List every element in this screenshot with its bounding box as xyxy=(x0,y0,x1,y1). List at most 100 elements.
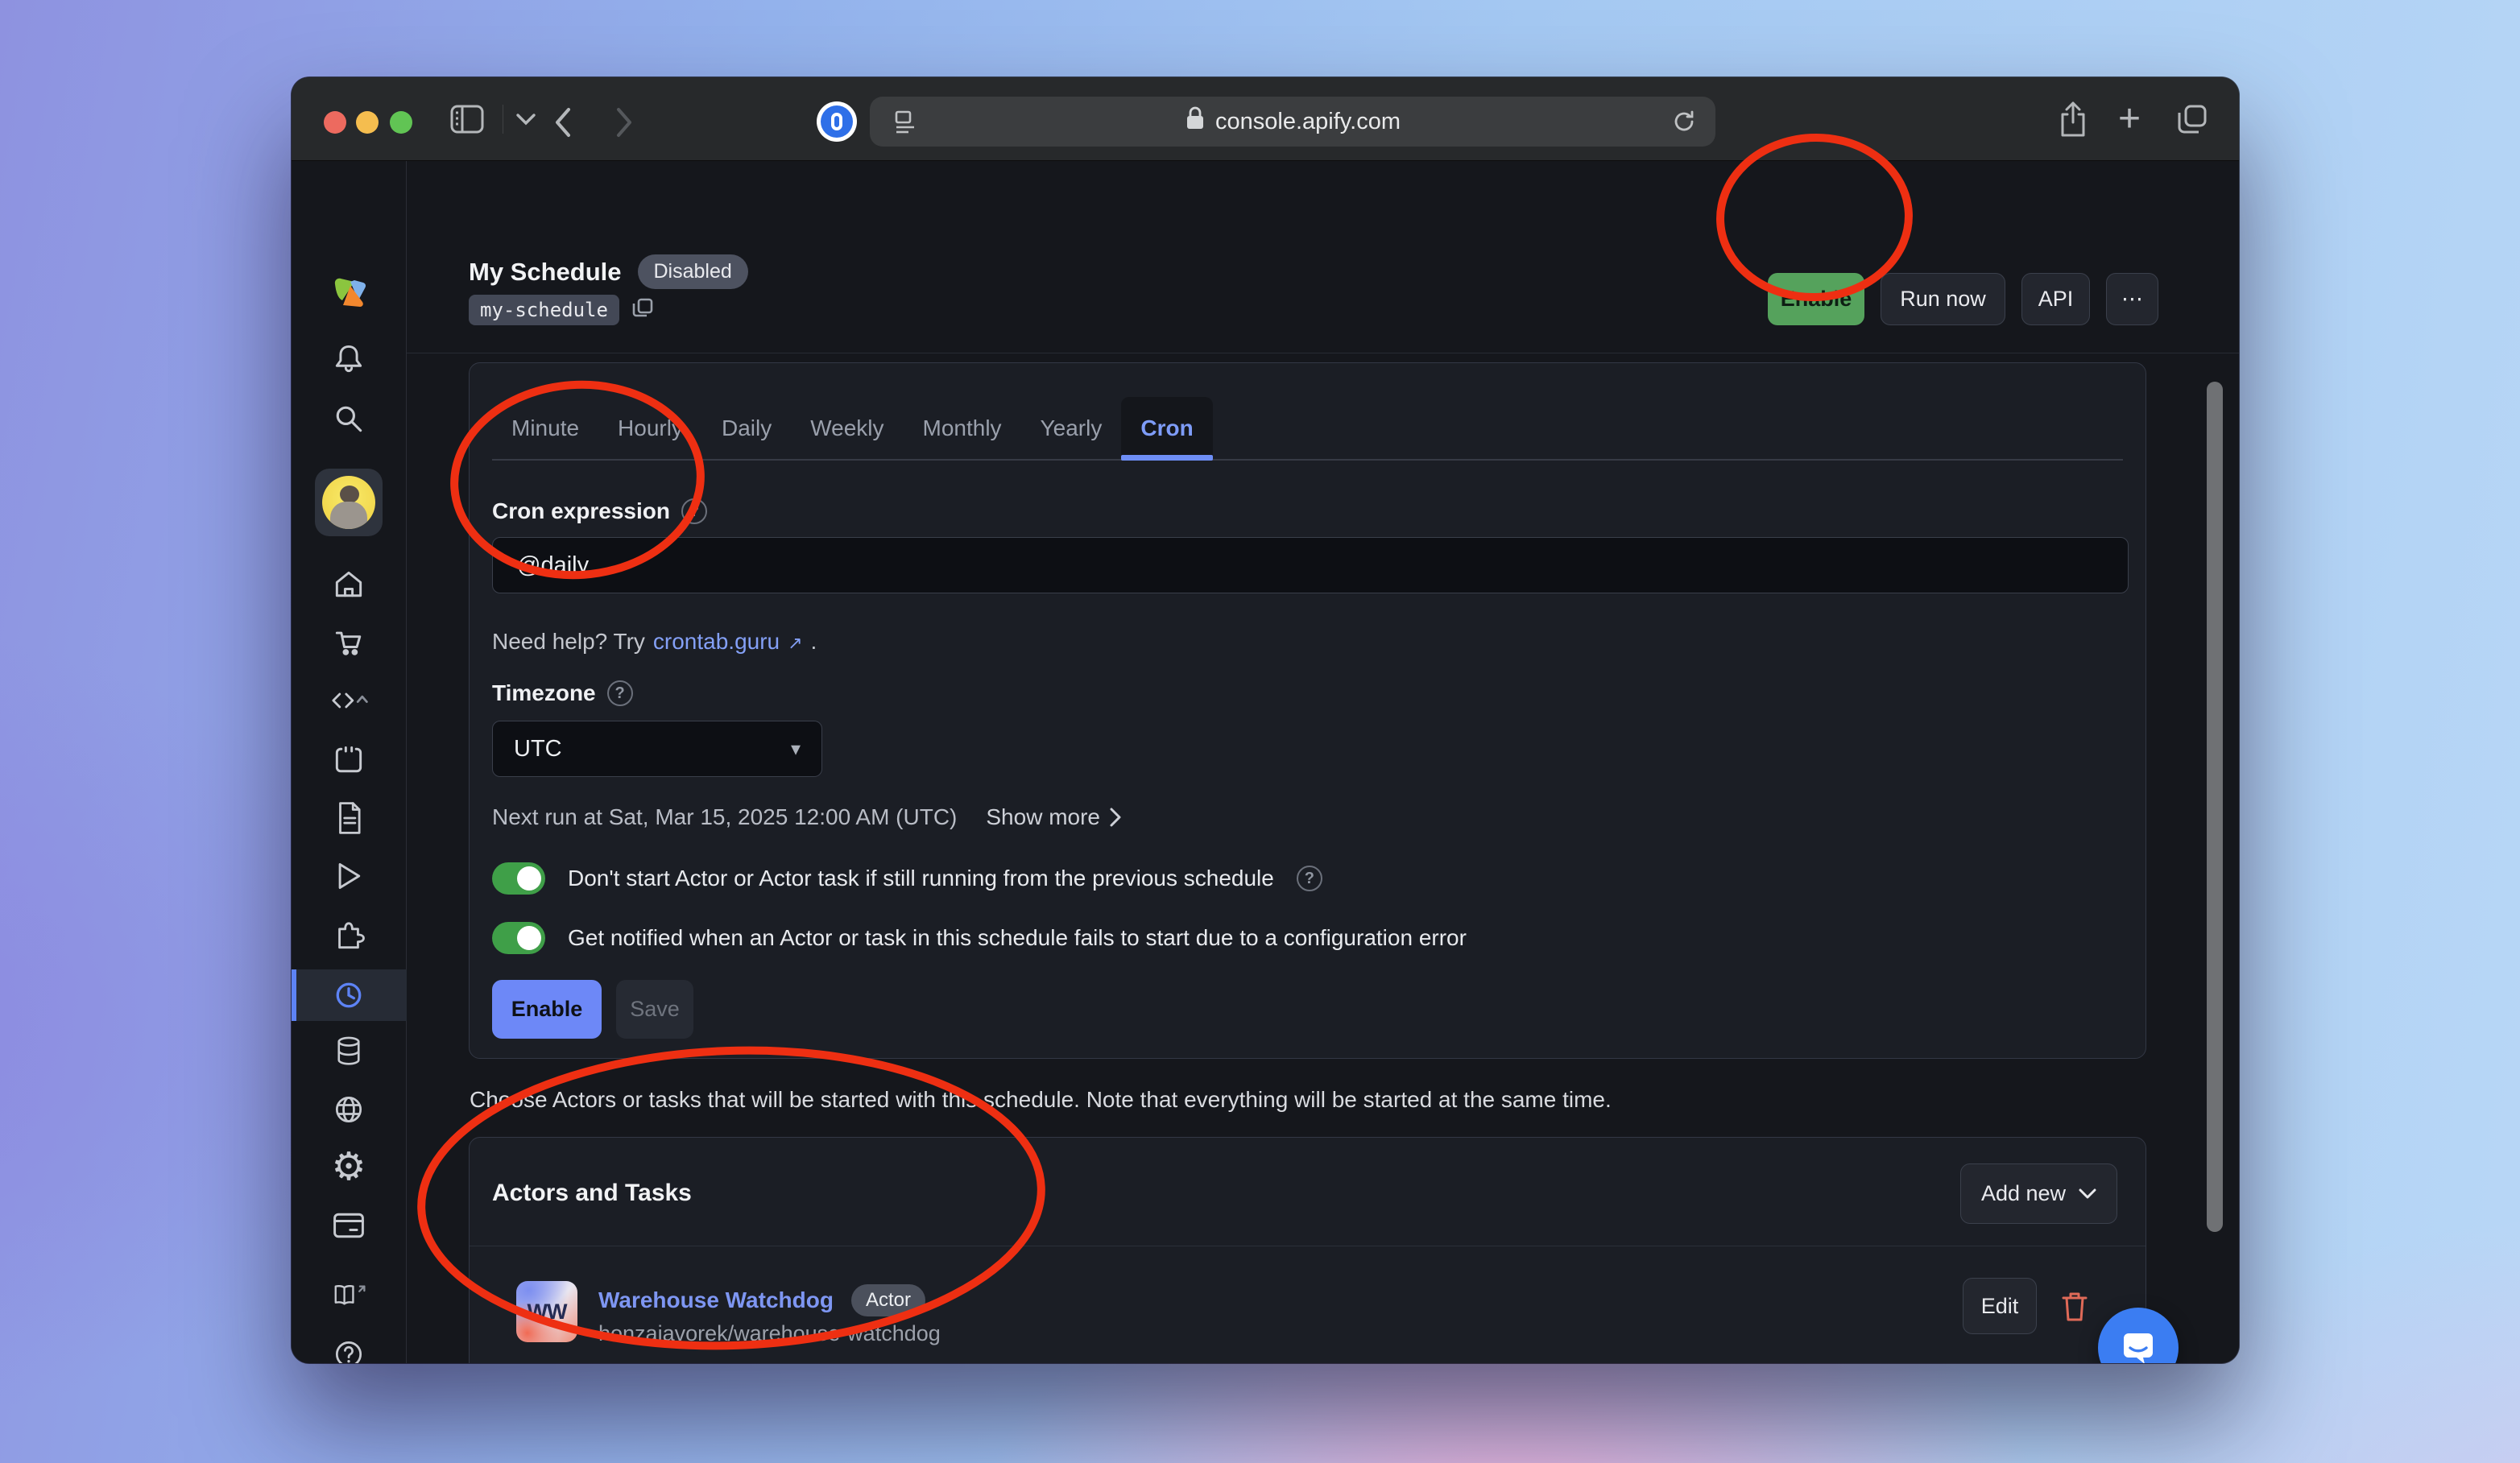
cron-expression-value: @daily xyxy=(517,552,589,579)
reader-view-icon[interactable] xyxy=(891,108,920,143)
runs-play-icon[interactable] xyxy=(329,857,368,895)
notify-label: Get notified when an Actor or task in th… xyxy=(568,925,1467,951)
tab-daily[interactable]: Daily xyxy=(702,397,791,459)
cron-help-icon[interactable]: ? xyxy=(681,498,707,524)
zoom-window-button[interactable] xyxy=(390,111,412,134)
chevron-down-icon[interactable] xyxy=(515,113,536,126)
account-avatar[interactable] xyxy=(315,469,383,536)
new-tab-icon[interactable]: + xyxy=(2118,101,2141,137)
show-more-button[interactable]: Show more xyxy=(986,804,1121,830)
actor-type-badge: Actor xyxy=(851,1284,925,1316)
edit-actor-button[interactable]: Edit xyxy=(1963,1278,2037,1334)
schedules-clock-icon[interactable] xyxy=(329,976,368,1015)
share-icon[interactable] xyxy=(2057,100,2089,138)
billing-card-icon[interactable] xyxy=(329,1206,368,1245)
schedule-type-tabs: Minute Hourly Daily Weekly Monthly Yearl… xyxy=(492,397,2123,461)
actors-icon[interactable] xyxy=(329,741,368,779)
actor-avatar[interactable]: WW xyxy=(516,1281,577,1342)
chevron-right-icon xyxy=(1110,808,1121,827)
next-run-text: Next run at Sat, Mar 15, 2025 12:00 AM (… xyxy=(492,804,957,830)
onepassword-icon[interactable] xyxy=(817,101,857,142)
enable-button[interactable]: Enable xyxy=(1768,273,1864,325)
url-bar[interactable]: console.apify.com xyxy=(870,97,1715,147)
refresh-icon[interactable] xyxy=(1670,108,1698,142)
browser-toolbar: console.apify.com + xyxy=(292,77,2239,161)
schedule-id-tag: my-schedule xyxy=(469,295,619,325)
tab-hourly[interactable]: Hourly xyxy=(598,397,702,459)
dont-start-label: Don't start Actor or Actor task if still… xyxy=(568,866,1274,891)
proxy-globe-icon[interactable] xyxy=(329,1090,368,1129)
documentation-book-icon[interactable] xyxy=(329,1277,368,1316)
tab-weekly[interactable]: Weekly xyxy=(791,397,903,459)
select-caret-icon: ▾ xyxy=(791,738,801,761)
cron-expression-input[interactable]: @daily xyxy=(492,537,2129,593)
development-code-icon[interactable] xyxy=(329,681,368,720)
actor-initials: WW xyxy=(528,1300,567,1325)
forward-icon[interactable] xyxy=(612,105,636,140)
form-enable-button[interactable]: Enable xyxy=(492,980,602,1039)
run-now-button[interactable]: Run now xyxy=(1881,273,2005,325)
crontab-guru-link[interactable]: crontab.guru xyxy=(653,629,780,655)
chat-bubble-icon xyxy=(2119,1329,2158,1363)
add-new-button[interactable]: Add new xyxy=(1960,1163,2117,1224)
avatar-photo xyxy=(322,476,375,529)
timezone-label: Timezone xyxy=(492,680,596,706)
help-text: Need help? Try xyxy=(492,629,645,655)
timezone-select[interactable]: UTC ▾ xyxy=(492,721,822,777)
toggle-row-2: Get notified when an Actor or task in th… xyxy=(492,922,1467,954)
store-cart-icon[interactable] xyxy=(329,623,368,662)
storage-database-icon[interactable] xyxy=(329,1032,368,1071)
toggle1-help-icon[interactable]: ? xyxy=(1297,866,1322,891)
cron-expression-label: Cron expression xyxy=(492,498,670,524)
dont-start-toggle[interactable] xyxy=(492,862,545,895)
tab-monthly[interactable]: Monthly xyxy=(904,397,1021,459)
cron-expression-label-row: Cron expression ? xyxy=(492,498,707,524)
more-options-button[interactable]: ⋯ xyxy=(2106,273,2158,325)
show-more-label: Show more xyxy=(986,804,1100,830)
notify-toggle[interactable] xyxy=(492,922,545,954)
delete-actor-trash-icon[interactable] xyxy=(2060,1291,2089,1327)
copy-icon[interactable] xyxy=(631,296,655,324)
browser-window: console.apify.com + xyxy=(292,77,2239,1363)
tab-minute[interactable]: Minute xyxy=(492,397,598,459)
main-panel: My Schedule Disabled my-schedule Enable … xyxy=(407,161,2239,1363)
chevron-down-icon xyxy=(2079,1188,2096,1200)
help-icon[interactable] xyxy=(329,1335,368,1363)
header-actions: Enable Run now API ⋯ xyxy=(1768,273,2158,325)
toggle-row-1: Don't start Actor or Actor task if still… xyxy=(492,862,1322,895)
sidebar-toggle-icon[interactable] xyxy=(449,103,485,135)
sidebar: ⚙ » xyxy=(292,161,407,1363)
tab-yearly[interactable]: Yearly xyxy=(1021,397,1122,459)
actor-name-link[interactable]: Warehouse Watchdog xyxy=(598,1287,834,1313)
form-save-button[interactable]: Save xyxy=(616,980,693,1039)
schedule-note: Choose Actors or tasks that will be star… xyxy=(470,1087,1612,1113)
schedule-settings-card: Minute Hourly Daily Weekly Monthly Yearl… xyxy=(469,362,2146,1059)
back-icon[interactable] xyxy=(551,105,575,140)
external-link-icon: ↗ xyxy=(788,633,802,654)
api-button[interactable]: API xyxy=(2021,273,2090,325)
minimize-window-button[interactable] xyxy=(356,111,379,134)
search-icon[interactable] xyxy=(329,399,368,438)
page-content: ⚙ » xyxy=(292,161,2239,1363)
notifications-bell-icon[interactable] xyxy=(329,340,368,378)
status-badge: Disabled xyxy=(638,254,748,289)
add-new-label: Add new xyxy=(1981,1181,2066,1206)
home-icon[interactable] xyxy=(329,565,368,604)
url-text: console.apify.com xyxy=(1215,109,1401,135)
settings-gear-icon[interactable]: ⚙ xyxy=(329,1148,368,1187)
actor-title-row: Warehouse Watchdog Actor xyxy=(598,1284,925,1316)
tab-cron[interactable]: Cron xyxy=(1121,397,1212,459)
lock-icon xyxy=(1185,105,1206,138)
actors-card: Actors and Tasks Add new WW Warehouse Wa… xyxy=(469,1137,2146,1363)
page-header: My Schedule Disabled xyxy=(469,254,748,289)
help-text-period: . xyxy=(811,629,817,655)
saved-tasks-document-icon[interactable] xyxy=(329,799,368,837)
page-title: My Schedule xyxy=(469,258,622,287)
apify-logo-icon[interactable] xyxy=(329,275,368,314)
close-window-button[interactable] xyxy=(324,111,346,134)
tab-overview-icon[interactable] xyxy=(2174,101,2210,137)
vertical-scrollbar[interactable] xyxy=(2207,382,2223,1232)
integrations-puzzle-icon[interactable] xyxy=(329,915,368,953)
timezone-help-icon[interactable]: ? xyxy=(607,680,633,706)
timezone-label-row: Timezone ? xyxy=(492,680,633,706)
